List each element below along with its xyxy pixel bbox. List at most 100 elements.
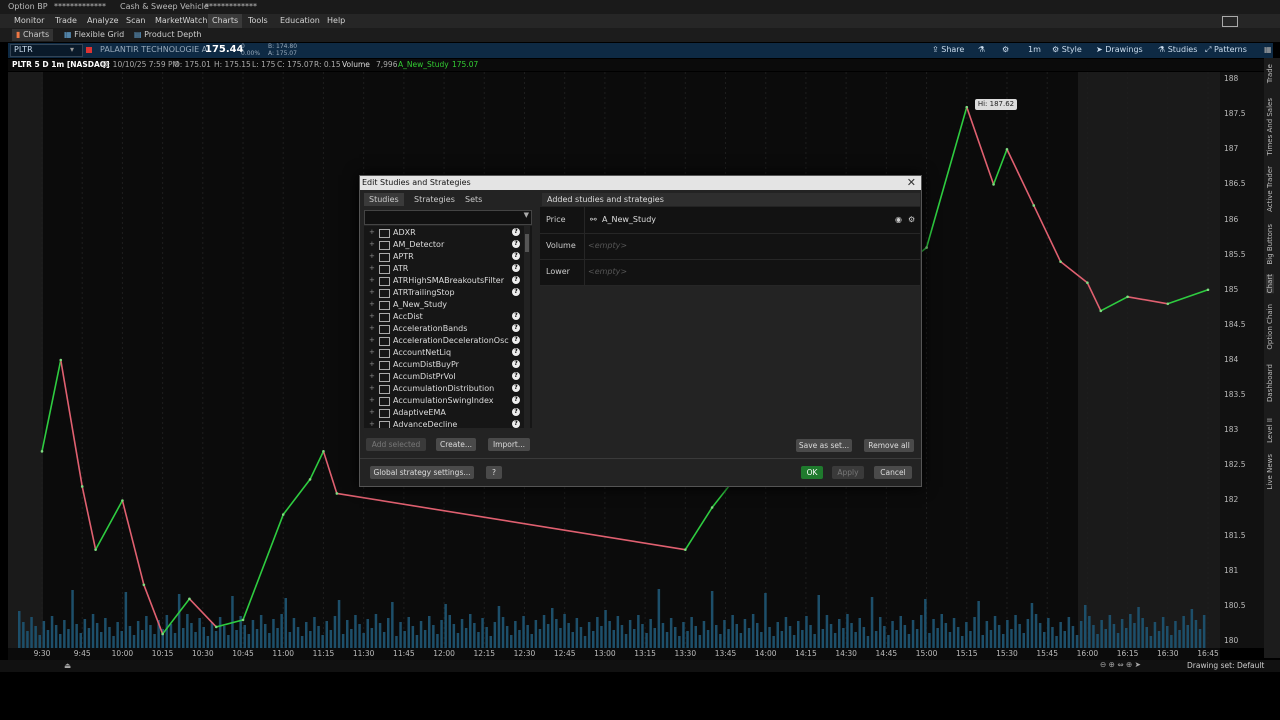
help-icon[interactable]: ? — [512, 420, 520, 428]
collapse-icon[interactable]: ⏏ — [64, 661, 71, 670]
rail-big-buttons[interactable]: Big Buttons — [1266, 224, 1274, 265]
help-icon[interactable]: ? — [512, 384, 520, 392]
drawings-button[interactable]: ➤ Drawings — [1096, 45, 1143, 54]
help-icon[interactable]: ? — [512, 324, 520, 332]
rail-trade[interactable]: Trade — [1266, 64, 1274, 83]
chevron-down-icon[interactable]: ▼ — [524, 211, 529, 219]
style-button[interactable]: ⚙ Style — [1052, 45, 1082, 54]
studies-button[interactable]: ⚗ Studies — [1158, 45, 1197, 54]
expand-icon[interactable]: + — [369, 288, 375, 296]
help-icon[interactable]: ? — [512, 372, 520, 380]
menu-trade[interactable]: Trade — [55, 16, 77, 25]
study-list-item[interactable]: + AccelerationDecelerationOsc? — [364, 335, 524, 347]
study-list[interactable]: + ADXR? + AM_Detector? + APTR? + ATR? + ATRHighSM… — [364, 226, 532, 428]
help-icon[interactable]: ? — [512, 348, 520, 356]
study-list-item[interactable]: + ATR? — [364, 263, 524, 275]
drawing-set-label[interactable]: Drawing set: Default — [1187, 661, 1264, 670]
help-icon[interactable]: ? — [486, 466, 502, 479]
study-list-item[interactable]: + APTR? — [364, 251, 524, 263]
study-list-item[interactable]: + AccumDistBuyPr? — [364, 359, 524, 371]
beaker-icon[interactable]: ⚗ — [978, 45, 985, 54]
tab-charts[interactable]: ▮ Charts — [12, 29, 54, 41]
expand-icon[interactable]: + — [369, 252, 375, 260]
expand-icon[interactable]: + — [369, 408, 375, 416]
study-list-scrollbar[interactable] — [524, 226, 530, 428]
save-as-set-button[interactable]: Save as set... — [796, 439, 852, 452]
study-list-item[interactable]: + ATRTrailingStop? — [364, 287, 524, 299]
tab-flexible-grid[interactable]: ▦ Flexible Grid — [60, 29, 128, 41]
price-axis[interactable]: 188 187.5 187 186.5 186 185.5 185 184.5 184 183.5… — [1220, 72, 1264, 648]
tab-strategies[interactable]: Strategies — [409, 193, 460, 206]
rail-option-chain[interactable]: Option Chain — [1266, 304, 1274, 350]
study-list-item[interactable]: + AdaptiveEMA? — [364, 407, 524, 419]
import-button[interactable]: Import... — [488, 438, 530, 451]
remove-all-button[interactable]: Remove all — [864, 439, 914, 452]
added-row-volume[interactable]: Volume <empty> — [540, 233, 920, 260]
expand-icon[interactable]: + — [369, 360, 375, 368]
study-search-input[interactable]: ▼ — [364, 210, 532, 225]
expand-icon[interactable]: + — [369, 312, 375, 320]
tab-sets[interactable]: Sets — [460, 193, 487, 206]
menu-charts[interactable]: Charts — [208, 14, 243, 28]
help-icon[interactable]: ? — [512, 396, 520, 404]
expand-icon[interactable]: + — [369, 336, 375, 344]
rail-active-trader[interactable]: Active Trader — [1266, 166, 1274, 212]
expand-icon[interactable]: + — [369, 420, 375, 428]
zoom-controls[interactable]: ⊖ ⊕ ⇔ ⊕ ➤ — [1100, 660, 1141, 669]
help-icon[interactable]: ? — [512, 288, 520, 296]
study-list-item[interactable]: + ATRHighSMABreakoutsFilter? — [364, 275, 524, 287]
menu-tools[interactable]: Tools — [248, 16, 268, 25]
help-icon[interactable]: ? — [512, 252, 520, 260]
global-strategy-settings-button[interactable]: Global strategy settings... — [370, 466, 474, 479]
study-list-item[interactable]: + AccumDistPrVol? — [364, 371, 524, 383]
help-icon[interactable]: ? — [512, 312, 520, 320]
expand-icon[interactable]: + — [369, 264, 375, 272]
help-icon[interactable]: ? — [512, 240, 520, 248]
menu-marketwatch[interactable]: MarketWatch — [155, 16, 207, 25]
help-icon[interactable]: ? — [512, 276, 520, 284]
rail-level-ii[interactable]: Level II — [1266, 418, 1274, 443]
ok-button[interactable]: OK — [801, 466, 823, 479]
link-icon[interactable] — [86, 47, 92, 53]
tab-studies[interactable]: Studies — [364, 193, 404, 206]
menu-scan[interactable]: Scan — [126, 16, 145, 25]
timeframe-button[interactable]: 1m — [1028, 45, 1041, 54]
study-list-item[interactable]: + AccDist? — [364, 311, 524, 323]
tab-product-depth[interactable]: ▤ Product Depth — [130, 29, 205, 41]
time-axis[interactable]: 9:30 9:45 10:00 10:15 10:30 10:45 11:00 11:15 11… — [8, 648, 1220, 660]
expand-icon[interactable]: + — [369, 396, 375, 404]
expand-icon[interactable]: + — [369, 372, 375, 380]
help-icon[interactable]: ? — [512, 336, 520, 344]
menu-help[interactable]: Help — [327, 16, 345, 25]
expand-icon[interactable]: + — [369, 300, 375, 308]
close-icon[interactable]: ✕ — [907, 176, 916, 189]
help-icon[interactable]: ? — [512, 228, 520, 236]
help-icon[interactable]: ? — [512, 360, 520, 368]
menu-education[interactable]: Education — [280, 16, 320, 25]
expand-icon[interactable]: + — [369, 324, 375, 332]
study-list-item[interactable]: + AM_Detector? — [364, 239, 524, 251]
rail-dashboard[interactable]: Dashboard — [1266, 364, 1274, 402]
apply-button[interactable]: Apply — [832, 466, 864, 479]
settings-gear-icon[interactable]: ⚙ — [908, 215, 915, 224]
gear-icon[interactable]: ⚙ — [1002, 45, 1009, 54]
expand-icon[interactable]: + — [369, 348, 375, 356]
window-layout-icon[interactable] — [1222, 16, 1238, 27]
study-list-item[interactable]: + A_New_Study — [364, 299, 524, 311]
rail-times-and-sales[interactable]: Times And Sales — [1266, 98, 1274, 156]
create-button[interactable]: Create... — [436, 438, 476, 451]
added-study-name[interactable]: A_New_Study — [602, 215, 656, 224]
cancel-button[interactable]: Cancel — [874, 466, 912, 479]
scrollbar-thumb[interactable] — [525, 234, 529, 252]
expand-icon[interactable]: + — [369, 384, 375, 392]
study-list-item[interactable]: + AccountNetLiq? — [364, 347, 524, 359]
dialog-titlebar[interactable]: Edit Studies and Strategies ✕ — [360, 176, 921, 190]
menu-analyze[interactable]: Analyze — [87, 16, 119, 25]
patterns-button[interactable]: ⤢ Patterns — [1205, 45, 1247, 55]
help-icon[interactable]: ? — [512, 264, 520, 272]
study-list-item[interactable]: + AdvanceDecline? — [364, 419, 524, 428]
study-list-item[interactable]: + ADXR? — [364, 227, 524, 239]
expand-icon[interactable]: + — [369, 276, 375, 284]
expand-icon[interactable]: + — [369, 240, 375, 248]
share-button[interactable]: ⇪ Share — [932, 45, 964, 54]
